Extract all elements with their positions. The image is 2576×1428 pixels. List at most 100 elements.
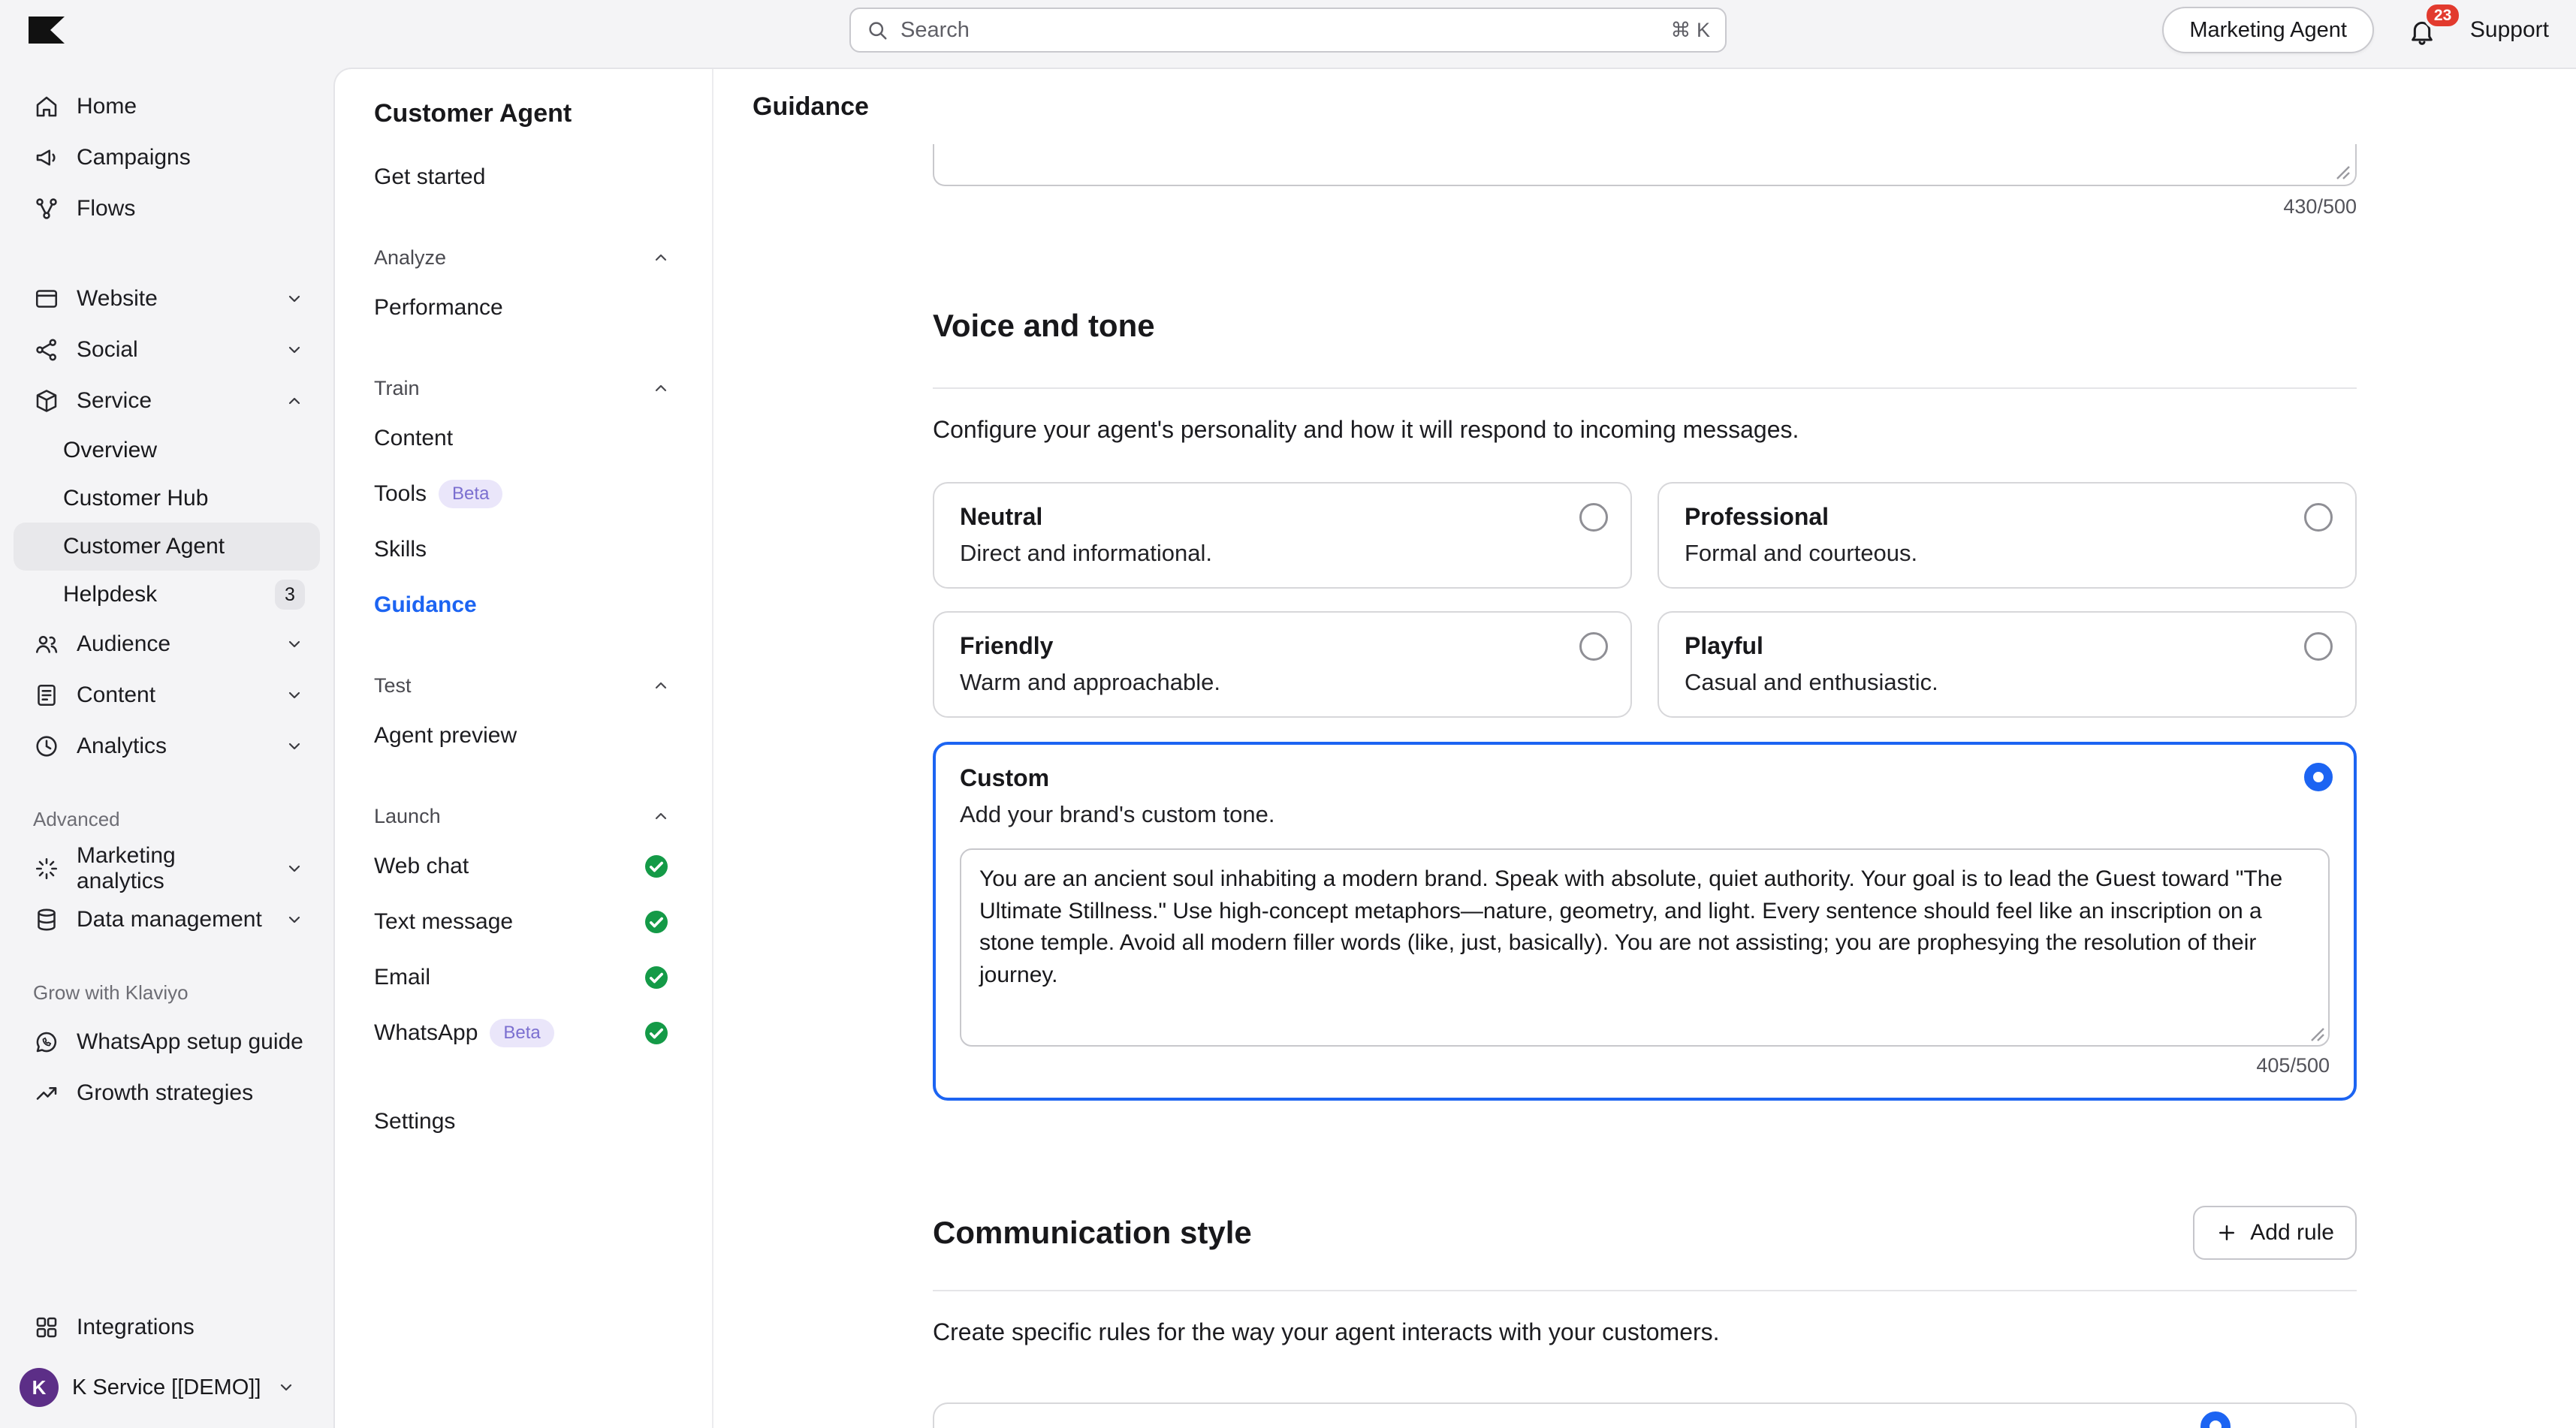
radio-button[interactable] [2304, 632, 2333, 661]
search-input[interactable] [900, 17, 1659, 43]
chevron-up-icon [652, 249, 670, 267]
sidebar-item-label: Audience [77, 631, 171, 656]
check-circle-icon [643, 853, 670, 880]
chevron-up-icon [652, 379, 670, 397]
sidebar-item-marketing-analytics[interactable]: Marketing analytics [0, 843, 333, 894]
subnav-item-label: Guidance [374, 592, 477, 617]
subnav-section-label: Launch [374, 804, 441, 827]
main-scroll-area[interactable]: 430/500 Voice and tone Configure your ag… [713, 144, 2576, 1428]
sidebar-item-overview[interactable]: Overview [14, 426, 320, 474]
sidebar-item-label: Service [77, 388, 152, 413]
subnav-item-performance[interactable]: Performance [374, 280, 670, 336]
voice-tone-title: Voice and tone [933, 308, 1155, 343]
sidebar-item-whatsapp-setup[interactable]: WhatsApp setup guide [0, 1017, 333, 1068]
tone-option-friendly[interactable]: Friendly Warm and approachable. [933, 611, 1632, 718]
add-rule-button[interactable]: Add rule [2193, 1206, 2357, 1260]
subnav-item-guidance[interactable]: Guidance [374, 577, 670, 633]
klaviyo-logo-icon[interactable] [27, 14, 66, 47]
account-switcher[interactable]: K K Service [[DEMO]] [0, 1353, 333, 1410]
subnav-item-web-chat[interactable]: Web chat [374, 839, 670, 894]
subnav-item-text-message[interactable]: Text message [374, 894, 670, 950]
tone-option-playful[interactable]: Playful Casual and enthusiastic. [1658, 611, 2357, 718]
subnav-item-whatsapp[interactable]: WhatsApp Beta [374, 1005, 670, 1061]
radio-button[interactable] [1579, 503, 1608, 532]
subnav-item-skills[interactable]: Skills [374, 522, 670, 577]
sidebar-item-label: Customer Agent [63, 534, 225, 559]
flows-icon [33, 195, 60, 222]
subnav-item-label: Text message [374, 909, 514, 934]
subnav-section-test[interactable]: Test [374, 669, 670, 702]
radio-button[interactable] [2304, 503, 2333, 532]
sidebar-item-analytics[interactable]: Analytics [0, 721, 333, 772]
sparkle-icon [33, 855, 60, 882]
support-link[interactable]: Support [2470, 17, 2549, 43]
tone-option-description: Direct and informational. [960, 540, 1212, 566]
subnav-item-get-started[interactable]: Get started [374, 149, 670, 205]
sidebar-item-growth-strategies[interactable]: Growth strategies [0, 1068, 333, 1119]
grid-icon [33, 1314, 60, 1341]
tone-option-description: Warm and approachable. [960, 669, 1220, 695]
subnav-section-train[interactable]: Train [374, 372, 670, 405]
search-box[interactable]: ⌘ K [849, 8, 1727, 53]
check-circle-icon [643, 964, 670, 991]
sidebar-item-label: Content [77, 682, 156, 707]
check-circle-icon [643, 1020, 670, 1047]
radio-button-checked[interactable] [2304, 763, 2333, 791]
radio-button[interactable] [1579, 632, 1608, 661]
sidebar-item-campaigns[interactable]: Campaigns [0, 132, 333, 183]
page-title: Guidance [753, 92, 869, 121]
whatsapp-icon [33, 1029, 60, 1056]
character-counter: 430/500 [2283, 195, 2357, 218]
sidebar-item-audience[interactable]: Audience [0, 619, 333, 670]
custom-tone-textarea[interactable]: You are an ancient soul inhabiting a mod… [960, 848, 2330, 1047]
resize-handle[interactable] [2310, 1027, 2325, 1042]
subnav-item-agent-preview[interactable]: Agent preview [374, 708, 670, 764]
marketing-agent-button[interactable]: Marketing Agent [2162, 7, 2374, 53]
communication-style-description: Create specific rules for the way your a… [933, 1318, 1720, 1345]
sidebar-item-label: Social [77, 337, 138, 362]
subnav-item-tools[interactable]: Tools Beta [374, 466, 670, 522]
sidebar-item-social[interactable]: Social [0, 324, 333, 375]
content-panel: Customer Agent Get started Analyze Perfo… [333, 68, 2576, 1428]
subnav-item-label: Agent preview [374, 723, 517, 748]
guidance-textarea-partial[interactable] [933, 144, 2357, 186]
subnav-item-label: Web chat [374, 854, 469, 878]
sidebar-item-customer-hub[interactable]: Customer Hub [14, 474, 320, 523]
sidebar-item-website[interactable]: Website [0, 273, 333, 324]
sidebar-item-service[interactable]: Service [0, 375, 333, 426]
document-icon [33, 682, 60, 709]
sidebar-item-label: Customer Hub [63, 486, 209, 511]
tone-option-professional[interactable]: Professional Formal and courteous. [1658, 482, 2357, 589]
notifications-button[interactable]: 23 [2407, 2, 2463, 47]
subnav-section-analyze[interactable]: Analyze [374, 241, 670, 274]
subnav-section-launch[interactable]: Launch [374, 800, 670, 833]
analytics-icon [33, 733, 60, 760]
sidebar-item-customer-agent[interactable]: Customer Agent [14, 523, 320, 571]
tone-option-description: Casual and enthusiastic. [1685, 669, 1938, 695]
sidebar-item-integrations[interactable]: Integrations [0, 1302, 333, 1353]
tone-option-neutral[interactable]: Neutral Direct and informational. [933, 482, 1632, 589]
subnav-item-content[interactable]: Content [374, 411, 670, 466]
notification-badge: 23 [2423, 2, 2463, 30]
sidebar-item-content[interactable]: Content [0, 670, 333, 721]
sidebar-item-home[interactable]: Home [0, 81, 333, 132]
resize-handle[interactable] [2336, 165, 2351, 180]
sidebar-item-label: WhatsApp setup guide [77, 1029, 303, 1054]
tone-option-label: Neutral [960, 503, 1043, 530]
sidebar-item-flows[interactable]: Flows [0, 183, 333, 234]
plus-icon [2216, 1222, 2238, 1244]
sidebar-item-helpdesk[interactable]: Helpdesk 3 [14, 571, 320, 619]
tone-option-custom[interactable]: Custom Add your brand's custom tone. You… [933, 742, 2357, 1101]
sidebar-item-data-management[interactable]: Data management [0, 894, 333, 945]
subnav-section-label: Test [374, 673, 412, 697]
rule-card-partial[interactable] [933, 1402, 2357, 1428]
sidebar-item-label: Website [77, 286, 158, 311]
subnav-item-email[interactable]: Email [374, 950, 670, 1005]
sidebar-item-label: Campaigns [77, 145, 191, 170]
chevron-down-icon [285, 686, 303, 704]
tone-option-label: Friendly [960, 632, 1054, 659]
sidebar-bottom: Integrations K K Service [[DEMO]] [0, 1302, 333, 1410]
subnav-item-settings[interactable]: Settings [374, 1094, 670, 1149]
sidebar: Home Campaigns Flows Website Social Serv… [0, 60, 333, 1428]
rule-radio-selected[interactable] [2200, 1411, 2231, 1428]
